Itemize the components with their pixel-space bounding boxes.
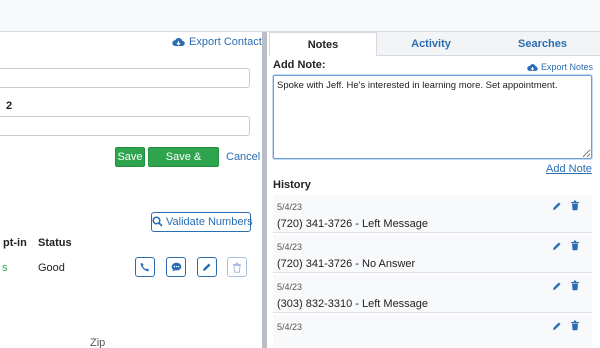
edit-phone-button[interactable] [197,257,217,277]
trash-icon[interactable] [570,200,580,211]
column-header-optin: pt-in [3,237,27,249]
trash-icon[interactable] [570,320,580,331]
export-contact-link[interactable]: Export Contact [172,36,262,48]
cloud-download-icon [527,64,538,72]
validate-numbers-label: Validate Numbers [166,216,253,228]
pencil-icon[interactable] [552,201,562,211]
zip-label: Zip [90,337,106,348]
history-heading: History [273,179,311,191]
pencil-icon [203,263,211,271]
message-button[interactable] [166,257,186,277]
history-item: 5/4/23 [273,315,592,348]
trash-icon[interactable] [570,240,580,251]
tab-notes[interactable]: Notes [269,32,377,56]
pencil-icon[interactable] [552,281,562,291]
pencil-icon[interactable] [552,321,562,331]
phone-icon [140,262,150,272]
history-text: (303) 832-3310 - Left Message [277,298,429,310]
cancel-link[interactable]: Cancel [226,151,260,163]
call-button[interactable] [135,257,155,277]
tab-searches[interactable]: Searches [485,32,600,56]
top-bar [0,0,600,32]
history-date: 5/4/23 [277,322,303,332]
history-item: 5/4/23 (720) 341-3726 - Left Message [273,195,592,233]
column-header-status: Status [38,237,72,249]
add-note-label: Add Note: [273,59,326,71]
trash-icon [233,262,241,273]
search-icon [152,216,163,227]
history-item: 5/4/23 (720) 341-3726 - No Answer [273,235,592,273]
tab-bar: Notes Activity Searches [267,32,600,56]
add-note-link[interactable]: Add Note [546,163,592,175]
validate-numbers-button[interactable]: Validate Numbers [151,212,253,232]
chat-icon [171,262,181,272]
tab-activity[interactable]: Activity [377,32,485,56]
contact-field-2-label: 2 [6,100,13,112]
contact-field-2[interactable] [0,116,250,136]
history-text: (720) 341-3726 - Left Message [277,218,429,230]
pencil-icon[interactable] [552,241,562,251]
export-notes-link[interactable]: Export Notes [527,62,593,72]
history-item: 5/4/23 (303) 832-3310 - Left Message [273,275,592,313]
history-date: 5/4/23 [277,242,303,252]
history-list: 5/4/23 (720) 341-3726 - Left Message 5/4… [273,195,592,348]
save-button[interactable]: Save [115,147,145,167]
export-contact-label: Export Contact [189,36,262,48]
note-textarea[interactable]: Spoke with Jeff. He's interested in lear… [273,75,592,159]
cloud-download-icon [172,38,185,47]
notes-panel: Notes Activity Searches Add Note: Export… [267,32,600,348]
phone-status-value: Good [38,262,65,274]
history-text: (720) 341-3726 - No Answer [277,258,416,270]
history-date: 5/4/23 [277,202,303,212]
phone-optin-value: s [2,262,8,274]
contact-field-1[interactable] [0,68,250,88]
contact-edit-panel: Export Contact 2 Save Save & Return Canc… [0,32,262,348]
save-and-return-button[interactable]: Save & Return [148,147,219,181]
trash-icon[interactable] [570,280,580,291]
history-date: 5/4/23 [277,282,303,292]
delete-phone-button[interactable] [227,257,247,277]
export-notes-label: Export Notes [541,62,594,72]
